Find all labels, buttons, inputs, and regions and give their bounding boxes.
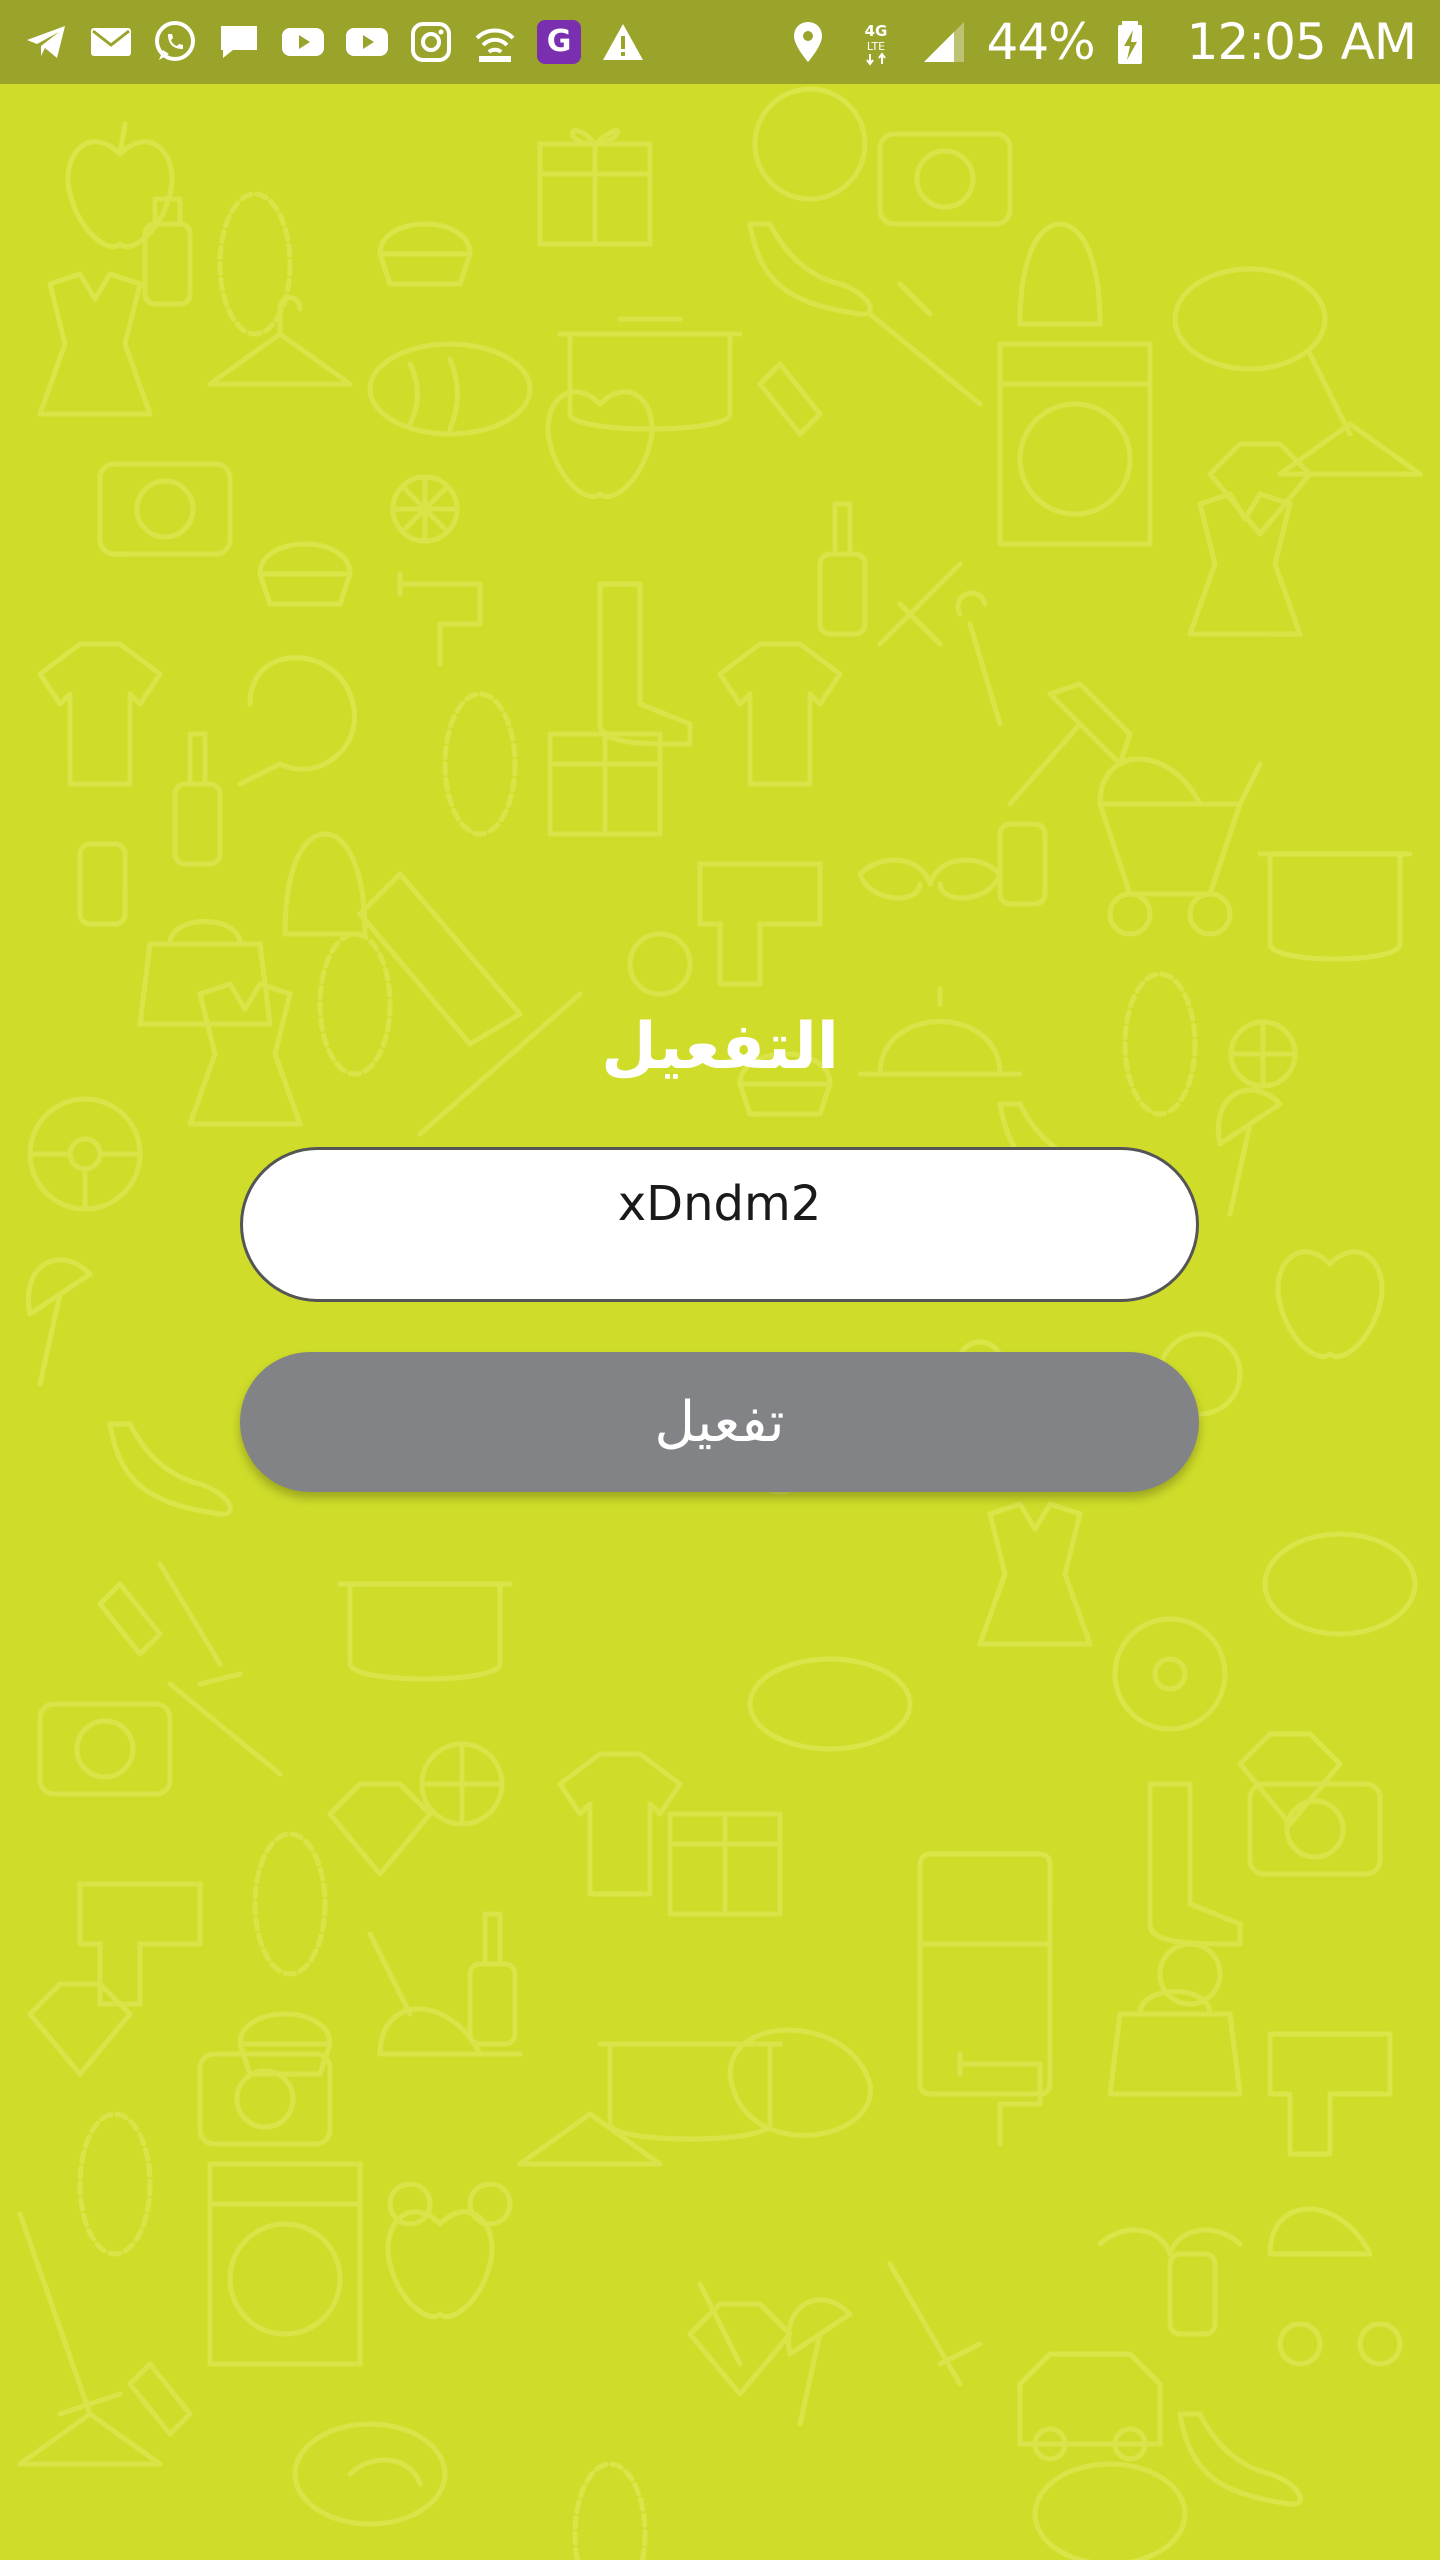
location-icon [783, 17, 833, 67]
battery-percentage: 44% [986, 13, 1096, 71]
instagram-icon [406, 17, 456, 67]
system-icons: 4G LTE 44% 12:05 AM [783, 13, 1417, 71]
youtube-icon [278, 17, 328, 67]
4g-lte-icon: 4G LTE [851, 17, 901, 67]
svg-text:4G: 4G [864, 22, 887, 40]
background-pattern [0, 84, 1440, 2560]
email-icon [86, 17, 136, 67]
clock-time: 12:05 AM [1186, 13, 1417, 71]
telegram-icon [22, 17, 72, 67]
signal-icon [919, 17, 969, 67]
status-bar: G 4G LTE 44% 12:05 AM [0, 0, 1440, 84]
activation-code-input[interactable] [240, 1147, 1199, 1302]
doodle-pattern-icon [17, 86, 1423, 2560]
battery-charging-icon [1105, 17, 1155, 67]
g-app-icon: G [534, 17, 584, 67]
youtube-icon [342, 17, 392, 67]
svg-text:LTE: LTE [866, 40, 884, 53]
activate-button[interactable]: تفعيل [240, 1352, 1199, 1492]
notification-icons: G [22, 17, 662, 67]
svg-text:G: G [547, 24, 572, 59]
warning-icon [598, 17, 648, 67]
whatsapp-icon [150, 17, 200, 67]
wifi-hotspot-icon [470, 17, 520, 67]
message-icon [214, 17, 264, 67]
page-title: التفعيل [601, 1010, 839, 1084]
